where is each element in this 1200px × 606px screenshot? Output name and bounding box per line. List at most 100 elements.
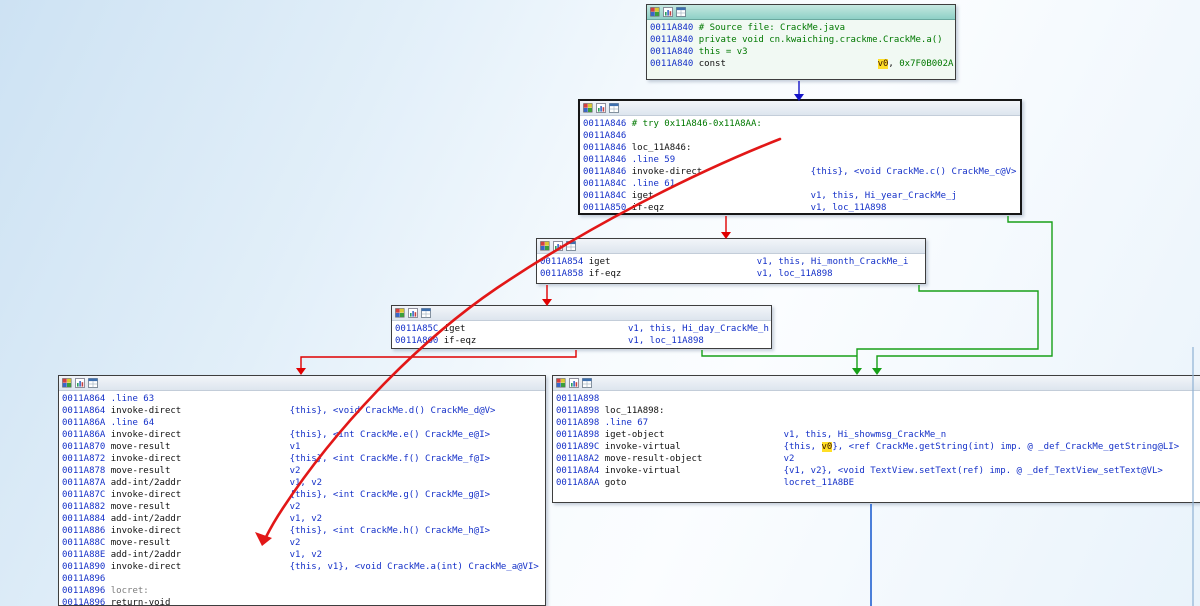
code-segment-a: 0011A8A4 (556, 466, 600, 476)
code-segment-k: invoke-virtual (604, 442, 681, 452)
node-icon-window[interactable] (88, 378, 98, 388)
code-line[interactable]: 0011A882 move-result v2 (62, 501, 545, 513)
node-header[interactable] (537, 239, 925, 254)
node-icon-window[interactable] (582, 378, 592, 388)
node-icon-chart[interactable] (75, 378, 85, 388)
node-icon-palette[interactable] (556, 378, 566, 388)
code-line[interactable]: 0011A846 (583, 130, 1020, 142)
graph-node-entry-const[interactable]: 0011A840 # Source file: CrackMe.java 0011A… (646, 4, 956, 80)
node-header[interactable] (392, 306, 771, 321)
code-line[interactable]: 0011A846 invoke-direct {this}, <void Crack… (583, 166, 1020, 178)
code-line[interactable]: 0011A84C iget v1, this, Hi_year_CrackMe_j (583, 190, 1020, 202)
code-line[interactable]: 0011A896 (62, 573, 545, 585)
code-segment-a: v1, v2 (289, 514, 323, 524)
code-line[interactable]: 0011A88C move-result v2 (62, 537, 545, 549)
node-icon-window[interactable] (609, 103, 619, 113)
code-line[interactable]: 0011A85C iget v1, this, Hi_day_CrackMe_h (395, 323, 771, 335)
node-header[interactable] (553, 376, 1200, 391)
code-segment-a: 0011A846 (583, 131, 627, 141)
node-icon-window[interactable] (421, 308, 431, 318)
code-line[interactable]: 0011A896 return-void (62, 597, 545, 605)
code-segment-a: }, <ref CrackMe.getString(int) imp. @ _d… (832, 442, 1180, 452)
code-segment-k: invoke-direct (110, 430, 182, 440)
code-line[interactable]: 0011A840 this = v3 (650, 46, 955, 58)
graph-view[interactable]: 0011A840 # Source file: CrackMe.java 0011A… (0, 0, 1200, 606)
node-icon-palette[interactable] (62, 378, 72, 388)
node-icon-chart[interactable] (408, 308, 418, 318)
code-line[interactable]: 0011A846 .line 59 (583, 154, 1020, 166)
graph-node-showmsg[interactable]: 0011A898 0011A898 loc_11A898: 0011A898 .line… (552, 375, 1200, 503)
code-segment-k: move-result (110, 442, 171, 452)
code-line[interactable]: 0011A854 iget v1, this, Hi_month_CrackMe_i (540, 256, 925, 268)
code-line[interactable]: 0011A898 loc_11A898: (556, 405, 1200, 417)
code-segment-a: 0011A886 (62, 526, 106, 536)
code-line[interactable]: 0011A89C invoke-virtual {this, v0}, <ref C… (556, 441, 1200, 453)
node-icon-window[interactable] (566, 241, 576, 251)
code-segment-a: {this, v1}, <void CrackMe.a(int) CrackMe… (289, 562, 539, 572)
code-line[interactable]: 0011A86A .line 64 (62, 417, 545, 429)
graph-node-month-check[interactable]: 0011A854 iget v1, this, Hi_month_CrackMe_i… (536, 238, 926, 284)
node-icon-chart[interactable] (663, 7, 673, 17)
code-segment-a: 0011A896 (62, 574, 106, 584)
node-icon-chart[interactable] (596, 103, 606, 113)
code-line[interactable]: 0011A864 .line 63 (62, 393, 545, 405)
node-header[interactable] (647, 5, 955, 20)
code-segment-k: , (888, 59, 900, 69)
node-icon-palette[interactable] (583, 103, 593, 113)
code-segment-a: 0011A884 (62, 514, 106, 524)
code-line[interactable]: 0011A86A invoke-direct {this}, <int CrackM… (62, 429, 545, 441)
node-header[interactable] (59, 376, 545, 391)
edge-day-to-calc-arrowhead (296, 368, 306, 375)
code-line[interactable]: 0011A8A4 invoke-virtual {v1, v2}, <void Te… (556, 465, 1200, 477)
code-line[interactable]: 0011A886 invoke-direct {this}, <int CrackM… (62, 525, 545, 537)
code-line[interactable]: 0011A88E add-int/2addr v1, v2 (62, 549, 545, 561)
node-code: 0011A840 # Source file: CrackMe.java 0011A… (647, 20, 955, 79)
code-line[interactable]: 0011A860 if-eqz v1, loc_11A898 (395, 335, 771, 347)
code-segment-a: 0011A840 (650, 47, 694, 57)
code-line[interactable]: 0011A898 .line 67 (556, 417, 1200, 429)
code-line[interactable]: 0011A840 # Source file: CrackMe.java (650, 22, 955, 34)
code-line[interactable]: 0011A870 move-result v1 (62, 441, 545, 453)
graph-node-calc-return[interactable]: 0011A864 .line 63 0011A864 invoke-direct {th… (58, 375, 546, 606)
graph-node-day-check[interactable]: 0011A85C iget v1, this, Hi_day_CrackMe_h 00… (391, 305, 772, 349)
graph-node-try-year-check[interactable]: 0011A846 # try 0x11A846-0x11A8AA: 0011A846… (578, 99, 1022, 215)
code-segment-g: 0x7F0B002A (899, 59, 954, 69)
code-segment-a: .line 63 (110, 394, 155, 404)
code-line[interactable]: 0011A872 invoke-direct {this}, <int CrackM… (62, 453, 545, 465)
code-line[interactable]: 0011A898 (556, 393, 1200, 405)
code-line[interactable]: 0011A878 move-result v2 (62, 465, 545, 477)
code-segment-a: {this}, <int CrackMe.g() CrackMe_g@I> (289, 490, 491, 500)
node-header[interactable] (580, 101, 1020, 116)
code-line[interactable]: 0011A87C invoke-direct {this}, <int CrackM… (62, 489, 545, 501)
code-line[interactable]: 0011A87A add-int/2addr v1, v2 (62, 477, 545, 489)
node-icon-palette[interactable] (395, 308, 405, 318)
code-segment-a: 0011A896 (62, 586, 106, 596)
code-line[interactable]: 0011A8AA goto locret_11A8BE (556, 477, 1200, 489)
code-segment-a: 0011A898 (556, 406, 600, 416)
code-line[interactable]: 0011A846 # try 0x11A846-0x11A8AA: (583, 118, 1020, 130)
code-line[interactable]: 0011A846 loc_11A846: (583, 142, 1020, 154)
code-segment-a: v1, loc_11A898 (756, 269, 833, 279)
code-line[interactable]: 0011A898 iget-object v1, this, Hi_showmsg_… (556, 429, 1200, 441)
code-line[interactable]: 0011A8A2 move-result-object v2 (556, 453, 1200, 465)
code-line[interactable]: 0011A840 private void cn.kwaiching.crackm… (650, 34, 955, 46)
code-segment-k: move-result-object (604, 454, 703, 464)
code-segment-a: {this}, <int CrackMe.f() CrackMe_f@I> (289, 454, 491, 464)
code-line[interactable]: 0011A850 if-eqz v1, loc_11A898 (583, 202, 1020, 213)
node-icon-palette[interactable] (540, 241, 550, 251)
code-line[interactable]: 0011A840 const v0, 0x7F0B002A (650, 58, 955, 70)
node-icon-window[interactable] (676, 7, 686, 17)
code-line[interactable]: 0011A864 invoke-direct {this}, <void Crack… (62, 405, 545, 417)
code-line[interactable]: 0011A890 invoke-direct {this, v1}, <void C… (62, 561, 545, 573)
code-segment-k: add-int/2addr (110, 514, 182, 524)
node-icon-chart[interactable] (553, 241, 563, 251)
code-segment-a: 0011A840 (650, 35, 694, 45)
code-segment-a: 0011A88C (62, 538, 106, 548)
code-segment-a: 0011A860 (395, 336, 439, 346)
code-line[interactable]: 0011A884 add-int/2addr v1, v2 (62, 513, 545, 525)
code-line[interactable]: 0011A858 if-eqz v1, loc_11A898 (540, 268, 925, 280)
code-line[interactable]: 0011A84C .line 61 (583, 178, 1020, 190)
node-icon-chart[interactable] (569, 378, 579, 388)
code-line[interactable]: 0011A896 locret: (62, 585, 545, 597)
node-icon-palette[interactable] (650, 7, 660, 17)
